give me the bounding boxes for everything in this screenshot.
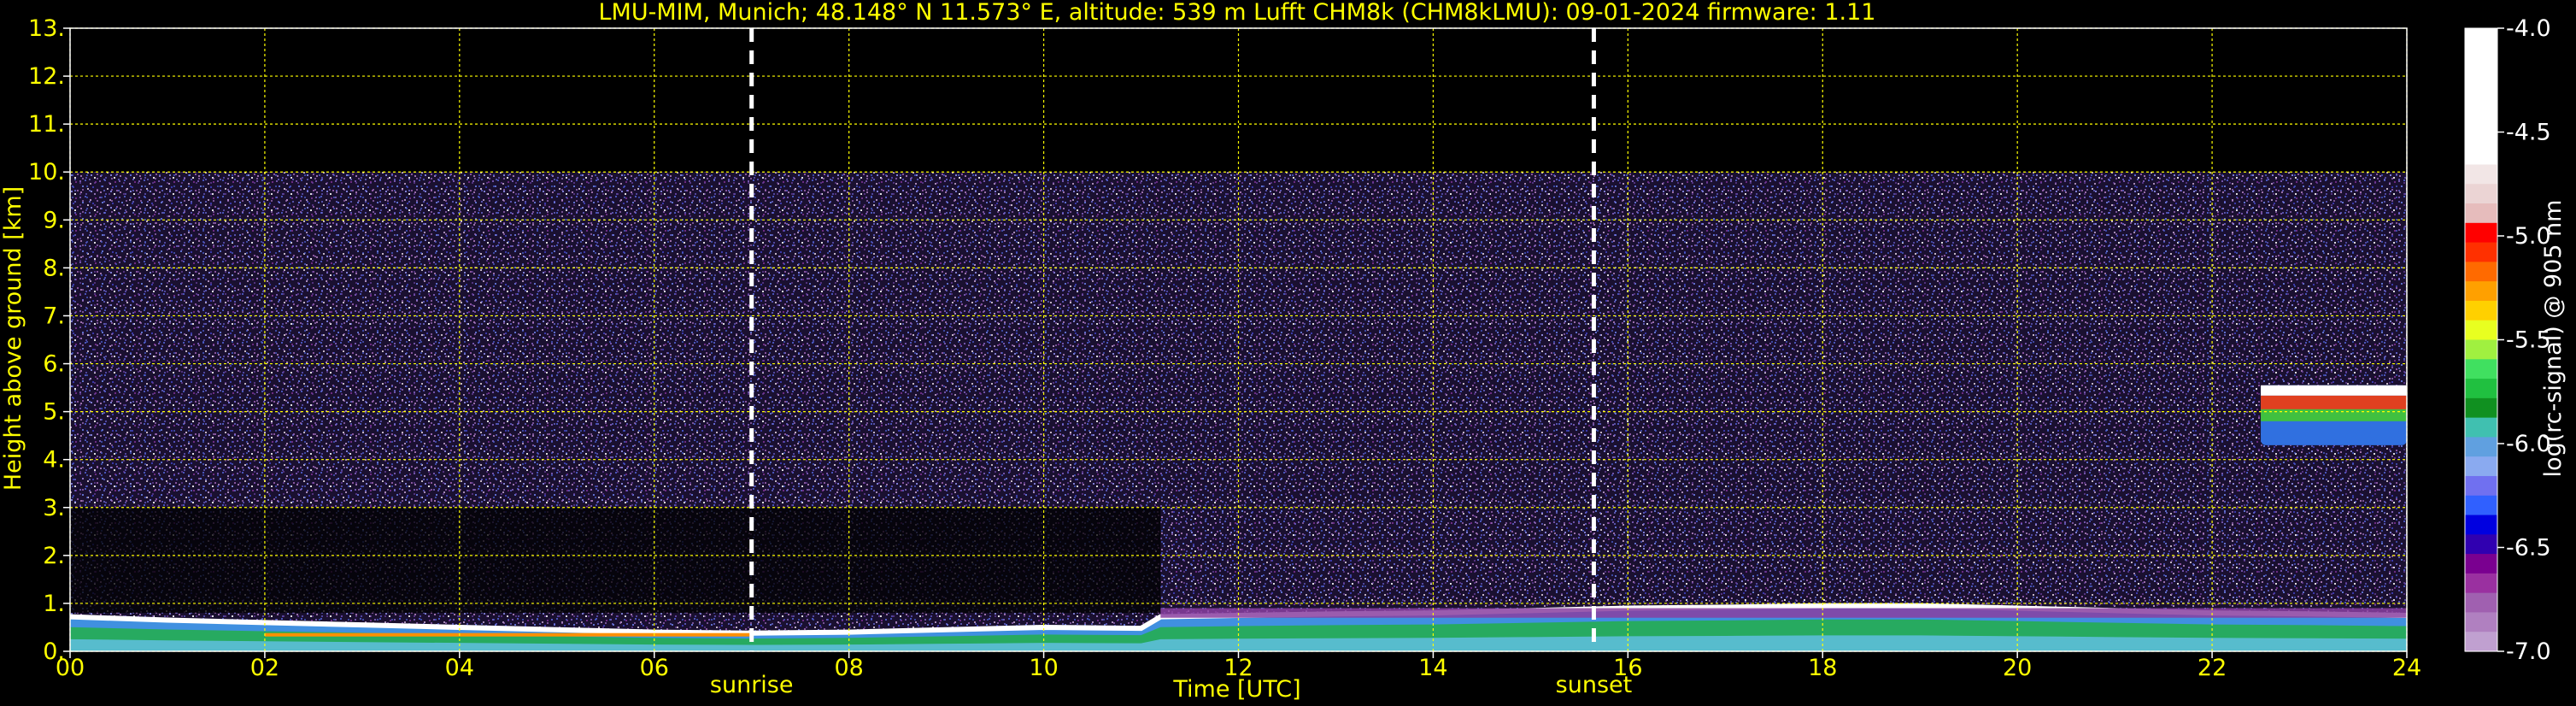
y-tick-label: 0. [43, 638, 65, 665]
colorbar-segment [2465, 106, 2497, 126]
colorbar-segment [2465, 515, 2497, 535]
chart-title: LMU-MIM, Munich; 48.148° N 11.573° E, al… [599, 0, 1876, 26]
colorbar-segment [2465, 339, 2497, 360]
colorbar-segment [2465, 359, 2497, 379]
colorbar-segment [2465, 125, 2497, 146]
y-tick-label: 2. [43, 543, 65, 569]
x-tick-label: 08 [834, 655, 863, 681]
colorbar: -4.0-4.5-5.0-5.5-6.0-6.5-7.0 [2464, 15, 2551, 665]
y-axis-label: Height above ground [km] [0, 186, 26, 491]
x-tick-label: 22 [2198, 655, 2227, 681]
boundary-streak [264, 632, 752, 637]
colorbar-tick-label: -7.0 [2506, 638, 2551, 665]
colorbar-segment [2465, 67, 2497, 87]
colorbar-tick-label: -4.0 [2506, 15, 2551, 42]
y-tick-label: 3. [43, 495, 65, 521]
colorbar-tick-label: -4.5 [2506, 120, 2551, 146]
colorbar-segment [2465, 144, 2497, 166]
marker-label: sunrise [710, 672, 794, 698]
x-tick-label: 16 [1613, 655, 1642, 681]
colorbar-segment [2465, 184, 2497, 204]
colorbar-segment [2465, 456, 2497, 477]
ceilometer-plot: sunrise sunset 00 02 04 06 08 10 12 14 16 18 20 22 24… [0, 0, 2567, 703]
x-tick-label: 18 [1808, 655, 1837, 681]
colorbar-segment [2465, 417, 2497, 438]
colorbar-segment [2465, 612, 2497, 632]
x-tick-label: 02 [250, 655, 279, 681]
low-signal-band [70, 507, 1161, 614]
x-tick-label: 10 [1029, 655, 1058, 681]
colorbar-segment [2465, 281, 2497, 302]
y-tick-label: 8. [43, 255, 65, 281]
y-tick-label: 4. [43, 447, 65, 474]
colorbar-segment [2465, 242, 2497, 262]
colorbar-segment [2465, 28, 2497, 49]
y-tick-label: 7. [43, 303, 65, 329]
y-tick-label: 10. [28, 159, 65, 185]
y-tick-label: 11. [28, 111, 65, 138]
colorbar-segment [2465, 632, 2497, 652]
cloud-mid [2261, 409, 2407, 421]
x-tick-label: 06 [640, 655, 669, 681]
colorbar-segment [2465, 397, 2497, 419]
colorbar-segment [2465, 379, 2497, 399]
x-tick-label: 14 [1418, 655, 1447, 681]
colorbar-segment [2465, 203, 2497, 224]
y-tick-label: 6. [43, 351, 65, 378]
colorbar-segment [2465, 86, 2497, 107]
colorbar-segment [2465, 320, 2497, 341]
colorbar-segment [2465, 164, 2497, 185]
colorbar-segment [2465, 300, 2497, 321]
cloud-top [2261, 385, 2407, 396]
colorbar-segment [2465, 495, 2497, 516]
colorbar-label: log(rc-signal) @ 905 nm [2540, 200, 2567, 478]
x-axis-label: Time [UTC] [1172, 676, 1300, 703]
y-tick-label: 9. [43, 207, 65, 233]
colorbar-segment [2465, 554, 2497, 574]
colorbar-segment [2465, 475, 2497, 497]
colorbar-segment [2465, 534, 2497, 555]
colorbar-segment [2465, 47, 2497, 68]
y-tick-label: 12. [28, 63, 65, 90]
y-tick-label: 1. [43, 591, 65, 617]
colorbar-segment [2465, 437, 2497, 457]
x-tick-label: 20 [2003, 655, 2032, 681]
colorbar-segment [2465, 573, 2497, 594]
x-tick-label: 24 [2392, 655, 2421, 681]
colorbar-segment [2465, 222, 2497, 244]
y-tick-label: 13. [28, 15, 65, 42]
x-tick-label: 04 [445, 655, 474, 681]
aerosol-layer [1160, 608, 2407, 618]
y-tick-label: 5. [43, 399, 65, 426]
colorbar-segment [2465, 592, 2497, 614]
colorbar-segment [2465, 262, 2497, 282]
colorbar-tick-label: -6.5 [2506, 535, 2551, 562]
